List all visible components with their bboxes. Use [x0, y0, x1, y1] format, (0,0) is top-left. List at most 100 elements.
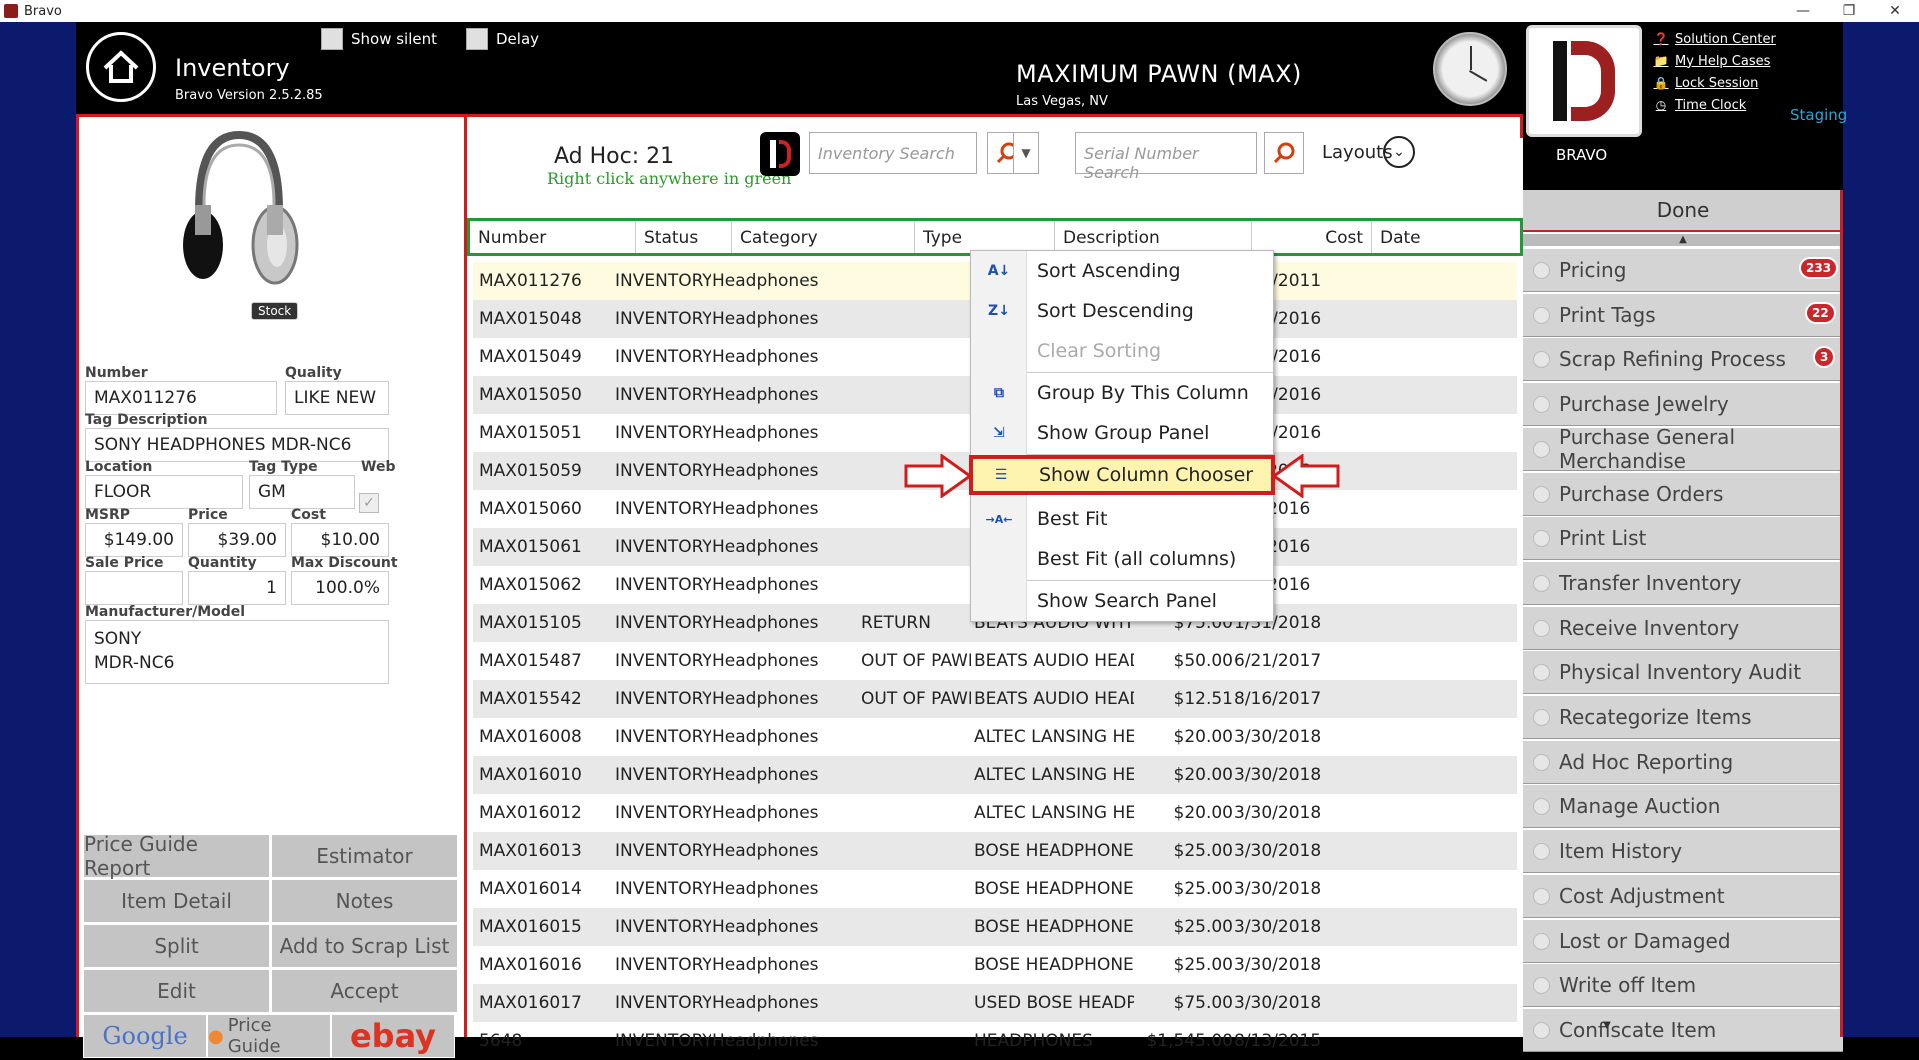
menu-show-column-chooser[interactable]: ☰ Show Column Chooser [969, 455, 1275, 495]
cell-category: Headphones [712, 689, 819, 709]
layouts-button[interactable]: ⌄ [1383, 136, 1415, 168]
number-field[interactable]: MAX011276 [85, 381, 277, 415]
sidebar-item-receive-inventory[interactable]: Receive Inventory [1523, 605, 1843, 650]
minimize-button[interactable]: — [1780, 0, 1826, 22]
sort-ascending-icon: A↓ [987, 263, 1011, 279]
add-to-scrap-button[interactable]: Add to Scrap List [271, 924, 458, 968]
table-row[interactable]: MAX016014 INVENTORY Headphones BOSE HEADPHO… [473, 870, 1517, 908]
sidebar-item-item-history[interactable]: Item History [1523, 829, 1843, 874]
msrp-field[interactable]: $149.00 [85, 523, 183, 557]
home-button[interactable] [86, 32, 156, 102]
menu-show-search-panel[interactable]: Show Search Panel [971, 581, 1273, 621]
annotation-arrow-right-icon [904, 454, 972, 498]
radio-dot-icon [1533, 262, 1550, 279]
split-button[interactable]: Split [83, 924, 270, 968]
accept-button[interactable]: Accept [271, 969, 458, 1013]
done-button[interactable]: Done [1523, 190, 1843, 232]
notes-button[interactable]: Notes [271, 879, 458, 923]
table-row[interactable]: MAX016012 INVENTORY Headphones ALTEC LANSIN… [473, 794, 1517, 832]
web-checkbox[interactable]: ✓ [359, 493, 379, 513]
delay-checkbox[interactable]: Delay [466, 28, 539, 50]
table-row[interactable]: MAX015487 INVENTORY Headphones OUT OF PAWN B… [473, 642, 1517, 680]
clock-icon[interactable] [1433, 32, 1507, 106]
table-row[interactable]: MAX016015 INVENTORY Headphones BOSE HEADPHO… [473, 908, 1517, 946]
sidebar-item-ad-hoc-reporting[interactable]: Ad Hoc Reporting [1523, 739, 1843, 784]
tag-description-field[interactable]: SONY HEADPHONES MDR-NC6 [85, 428, 389, 462]
max-discount-field[interactable]: 100.0% [291, 571, 389, 605]
sidebar-item-recategorize-items[interactable]: Recategorize Items [1523, 695, 1843, 739]
cost-field[interactable]: $10.00 [291, 523, 389, 557]
time-clock-link[interactable]: ◷ Time Clock [1653, 94, 1776, 116]
column-header-status[interactable]: Status [636, 221, 732, 253]
sidebar-item-write-off-item[interactable]: Write off Item [1523, 963, 1843, 1008]
sidebar-item-manage-auction[interactable]: Manage Auction [1523, 784, 1843, 829]
checkbox-box[interactable] [321, 28, 343, 50]
menu-best-fit[interactable]: →A← Best Fit [971, 499, 1273, 539]
cell-number: MAX016012 [479, 803, 582, 823]
manufacturer-field[interactable]: SONY MDR-NC6 [85, 620, 389, 684]
cell-cost: $50.00 [1173, 651, 1233, 671]
google-button[interactable]: Google [83, 1014, 207, 1058]
location-field[interactable]: FLOOR [85, 475, 243, 509]
serial-search-input[interactable]: Serial Number Search [1075, 132, 1257, 182]
column-header-date[interactable]: Date [1372, 221, 1512, 253]
show-silent-checkbox[interactable]: Show silent [321, 28, 437, 50]
sidebar-item-cost-adjustment[interactable]: Cost Adjustment [1523, 873, 1843, 918]
column-header-cost[interactable]: Cost [1252, 221, 1372, 253]
scroll-up-button[interactable]: ▲ [1523, 234, 1843, 246]
price-guide-button[interactable]: ● Price Guide [207, 1014, 331, 1058]
price-guide-report-button[interactable]: Price Guide Report [83, 832, 270, 880]
sidebar-item-pricing[interactable]: Pricing 233 [1523, 248, 1843, 292]
menu-show-group-panel[interactable]: ⇲ Show Group Panel [971, 413, 1273, 453]
quality-field[interactable]: LIKE NEW [285, 381, 389, 415]
tag-type-field[interactable]: GM [249, 475, 355, 509]
column-header-type[interactable]: Type [915, 221, 1055, 253]
menu-group-by-column[interactable]: ⧉ Group By This Column [971, 373, 1273, 413]
sale-price-field[interactable] [85, 571, 183, 605]
sidebar-item-purchase-general-merchandise[interactable]: Purchase General Merchandise [1523, 425, 1843, 473]
menu-sort-ascending[interactable]: A↓ Sort Ascending [971, 251, 1273, 291]
close-button[interactable]: ✕ [1872, 0, 1918, 22]
show-silent-label: Show silent [351, 30, 438, 48]
estimator-button[interactable]: Estimator [271, 834, 458, 878]
table-row[interactable]: MAX016017 INVENTORY Headphones USED BOSE HE… [473, 984, 1517, 1022]
menu-clear-sorting[interactable]: Clear Sorting [971, 331, 1273, 371]
sidebar-item-print-list[interactable]: Print List [1523, 516, 1843, 561]
table-row[interactable]: MAX016008 INVENTORY Headphones ALTEC LANSIN… [473, 718, 1517, 756]
sidebar-item-transfer-inventory[interactable]: Transfer Inventory [1523, 560, 1843, 605]
sidebar-item-scrap-refining-process[interactable]: Scrap Refining Process 3 [1523, 337, 1843, 382]
sidebar-item-lost-or-damaged[interactable]: Lost or Damaged [1523, 918, 1843, 963]
table-row[interactable]: MAX016016 INVENTORY Headphones BOSE HEADPHO… [473, 946, 1517, 984]
sidebar-item-purchase-jewelry[interactable]: Purchase Jewelry [1523, 382, 1843, 427]
sidebar-item-physical-inventory-audit[interactable]: Physical Inventory Audit [1523, 650, 1843, 695]
cell-type: RETURN [861, 613, 931, 633]
table-row[interactable]: MAX016013 INVENTORY Headphones BOSE HEADPHO… [473, 832, 1517, 870]
checkbox-box[interactable] [466, 28, 488, 50]
restore-button[interactable]: ❐ [1826, 0, 1872, 22]
my-help-cases-link[interactable]: 📁 My Help Cases [1653, 50, 1776, 72]
bravo-search-icon[interactable] [760, 132, 800, 176]
menu-sort-descending[interactable]: Z↓ Sort Descending [971, 291, 1273, 331]
inventory-search-input[interactable]: Inventory Search [809, 132, 977, 174]
table-row[interactable]: MAX015542 INVENTORY Headphones OUT OF PAWN B… [473, 680, 1517, 718]
column-header-number[interactable]: Number [470, 221, 636, 253]
sidebar-item-print-tags[interactable]: Print Tags 22 [1523, 292, 1843, 337]
table-row[interactable]: 5648 INVENTORY Headphones HEADPHONES $1,545.… [473, 1022, 1517, 1060]
cell-description: BEATS AUDIO HEAD... [974, 689, 1134, 709]
search-options-dropdown[interactable]: ▼ [1013, 132, 1039, 174]
serial-search-button[interactable] [1264, 132, 1304, 174]
ebay-button[interactable]: ebay [331, 1014, 455, 1058]
price-field[interactable]: $39.00 [188, 523, 286, 557]
window-titlebar: Bravo — ❐ ✕ [0, 0, 1919, 22]
menu-best-fit-all[interactable]: Best Fit (all columns) [971, 539, 1273, 579]
table-row[interactable]: MAX016010 INVENTORY Headphones ALTEC LANSIN… [473, 756, 1517, 794]
column-header-category[interactable]: Category [732, 221, 915, 253]
sidebar-item-purchase-orders[interactable]: Purchase Orders [1523, 471, 1843, 516]
edit-button[interactable]: Edit [83, 969, 270, 1013]
lock-session-link[interactable]: 🔒 Lock Session [1653, 72, 1776, 94]
item-detail-button[interactable]: Item Detail [83, 879, 270, 923]
solution-center-link[interactable]: ❓ Solution Center [1653, 28, 1776, 50]
scroll-down-button[interactable]: ▼ [1447, 1020, 1767, 1031]
column-header-description[interactable]: Description [1055, 221, 1252, 253]
quantity-field[interactable]: 1 [188, 571, 286, 605]
